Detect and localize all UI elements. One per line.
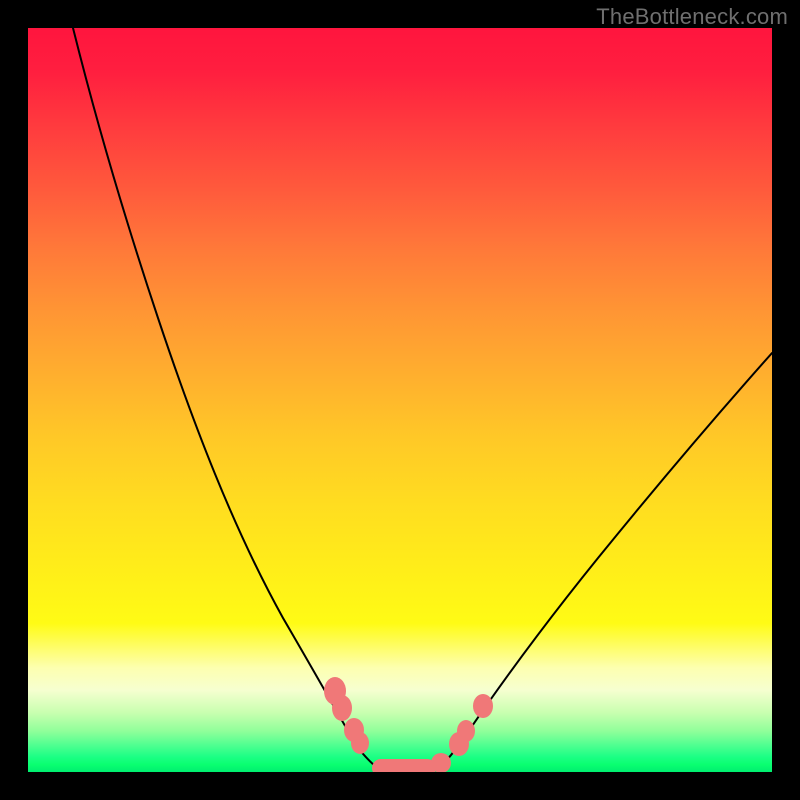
marker-bead <box>457 720 475 742</box>
marker-bead <box>431 753 451 772</box>
marker-bead <box>473 694 493 718</box>
left-curve <box>73 28 378 768</box>
plot-area <box>28 28 772 772</box>
marker-bead <box>351 732 369 754</box>
watermark-text: TheBottleneck.com <box>596 4 788 30</box>
marker-bead <box>332 695 352 721</box>
outer-frame: TheBottleneck.com <box>0 0 800 800</box>
marker-pill <box>372 759 436 772</box>
chart-svg <box>28 28 772 772</box>
